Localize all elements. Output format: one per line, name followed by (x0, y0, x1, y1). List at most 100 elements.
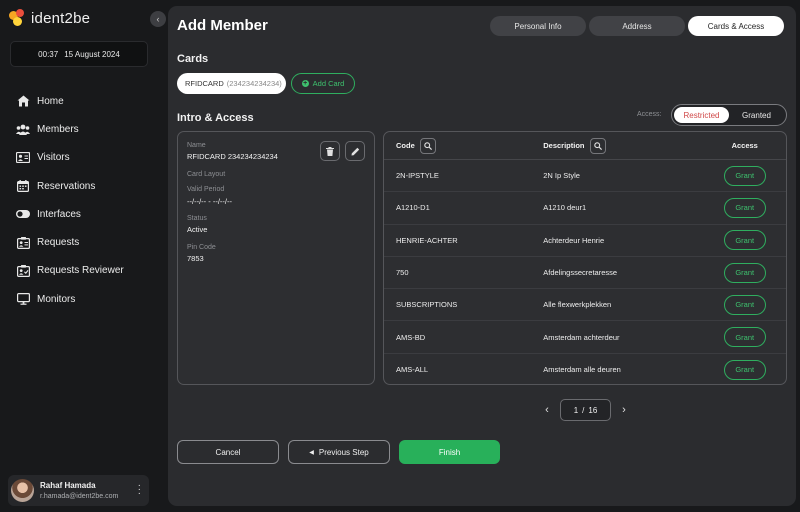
access-table: Code Description Access 2N-IPSTYLE 2N Ip… (383, 131, 787, 385)
add-card-button[interactable]: + Add Card (291, 73, 355, 94)
edit-card-button[interactable] (345, 141, 365, 161)
main-panel: Add Member Personal Info Address Cards &… (168, 6, 796, 506)
sidebar-item-label: Monitors (37, 293, 76, 305)
pagination: ‹ 1 / 16 › (542, 399, 629, 421)
row-description: Amsterdam achterdeur (543, 332, 620, 342)
sidebar: ident2be 00:37 15 August 2024 Home Membe… (0, 0, 159, 512)
members-icon (16, 122, 30, 136)
current-page: 1 (573, 405, 579, 415)
code-header: Code (396, 141, 415, 150)
tab-address[interactable]: Address (589, 16, 685, 36)
more-options-icon[interactable]: · · · (138, 481, 141, 499)
card-chip-name: RFIDCARD (185, 79, 224, 88)
valid-period-value: --/--/-- - --/--/-- (187, 197, 232, 206)
row-description: A1210 deur1 (543, 203, 587, 213)
sidebar-item-label: Reservations (37, 180, 96, 192)
row-description: Amsterdam alle deuren (543, 365, 621, 375)
previous-step-button[interactable]: ◀ Previous Step (288, 440, 390, 464)
app-logo[interactable]: ident2be (9, 9, 90, 27)
tab-cards-access[interactable]: Cards & Access (688, 16, 784, 36)
sidebar-item-reservations[interactable]: Reservations (16, 172, 124, 200)
grant-button[interactable]: Grant (723, 262, 766, 283)
page-title: Add Member (177, 17, 268, 34)
logo-text: ident2be (31, 9, 91, 27)
pin-code-label: Pin Code (187, 244, 216, 251)
avatar (11, 479, 34, 502)
pin-code-value: 7853 (187, 254, 204, 263)
current-date: 15 August 2024 (64, 49, 120, 59)
tab-personal-info[interactable]: Personal Info (490, 16, 586, 36)
user-profile-card[interactable]: Rahaf Hamada r.hamada@ident2be.com · · · (8, 475, 149, 506)
table-row: HENRIE-ACHTER Achterdeur Henrie Grant (384, 225, 786, 257)
grant-button[interactable]: Grant (723, 327, 766, 348)
table-row: A1210-D1 A1210 deur1 Grant (384, 192, 786, 225)
sidebar-nav: Home Members Visitors Reservations Inter… (16, 87, 124, 313)
search-icon (423, 141, 432, 150)
sidebar-item-label: Visitors (37, 152, 70, 164)
name-value: RFIDCARD 234234234234 (187, 152, 278, 161)
datetime-display: 00:37 15 August 2024 (10, 41, 148, 67)
row-code: A1210-D1 (396, 203, 430, 213)
previous-page-icon[interactable]: ‹ (542, 404, 552, 416)
card-layout-label: Card Layout (187, 171, 226, 178)
row-code: SUBSCRIPTIONS (396, 300, 458, 310)
access-toggle: Restricted Granted (671, 104, 787, 126)
row-code: 2N-IPSTYLE (396, 171, 439, 181)
sidebar-item-monitors[interactable]: Monitors (16, 285, 124, 313)
row-code: HENRIE-ACHTER (396, 235, 458, 245)
visitors-icon (16, 151, 30, 165)
sidebar-item-label: Requests Reviewer (37, 265, 124, 277)
collapse-sidebar-button[interactable]: ‹ (150, 11, 166, 27)
grant-button[interactable]: Grant (723, 359, 766, 380)
sidebar-item-members[interactable]: Members (16, 115, 124, 143)
row-description: 2N Ip Style (543, 171, 580, 181)
toggle-icon (16, 207, 30, 221)
logo-icon (9, 9, 27, 27)
description-search-button[interactable] (589, 137, 606, 154)
row-description: Afdelingssecretaresse (543, 268, 618, 278)
calendar-icon (16, 179, 30, 193)
delete-card-button[interactable] (320, 141, 340, 161)
sidebar-item-label: Interfaces (37, 208, 81, 220)
intro-access-title: Intro & Access (177, 112, 254, 124)
chevron-left-icon: ‹ (156, 14, 160, 24)
grant-button[interactable]: Grant (723, 165, 766, 186)
sidebar-item-visitors[interactable]: Visitors (16, 144, 124, 172)
table-row: 750 Afdelingssecretaresse Grant (384, 257, 786, 290)
cancel-button[interactable]: Cancel (177, 440, 279, 464)
sidebar-item-interfaces[interactable]: Interfaces (16, 200, 124, 228)
current-time: 00:37 (38, 49, 59, 59)
total-pages: 16 (588, 405, 598, 415)
monitor-icon (16, 292, 30, 306)
sidebar-item-requests-reviewer[interactable]: Requests Reviewer (16, 257, 124, 285)
grant-button[interactable]: Grant (723, 230, 766, 251)
sidebar-item-requests[interactable]: Requests (16, 228, 124, 256)
code-search-button[interactable] (419, 137, 436, 154)
grant-button[interactable]: Grant (723, 197, 766, 218)
step-tabs: Personal Info Address Cards & Access (490, 16, 784, 36)
access-restricted-option[interactable]: Restricted (674, 107, 729, 123)
caret-left-icon: ◀ (309, 449, 314, 456)
previous-step-label: Previous Step (318, 447, 369, 457)
valid-period-label: Valid Period (187, 186, 225, 193)
sidebar-item-label: Requests (37, 237, 80, 249)
name-label: Name (187, 142, 206, 149)
requests-icon (16, 236, 30, 250)
sidebar-item-home[interactable]: Home (16, 87, 124, 115)
user-name: Rahaf Hamada (40, 481, 96, 490)
page-separator: / (582, 405, 585, 415)
next-page-icon[interactable]: › (619, 404, 629, 416)
table-row: AMS-ALL Amsterdam alle deuren Grant (384, 354, 786, 384)
cards-section-title: Cards (177, 53, 209, 65)
grant-button[interactable]: Grant (723, 294, 766, 315)
table-row: 2N-IPSTYLE 2N Ip Style Grant (384, 160, 786, 193)
row-description: Achterdeur Henrie (543, 235, 605, 245)
card-chip[interactable]: RFIDCARD (234234234234) (177, 73, 286, 94)
table-header: Code Description Access (384, 132, 786, 160)
page-number-input[interactable]: 1 / 16 (560, 399, 611, 421)
access-granted-option[interactable]: Granted (729, 107, 784, 123)
home-icon (16, 94, 30, 108)
finish-button[interactable]: Finish (399, 440, 500, 464)
sidebar-item-label: Home (37, 95, 64, 107)
plus-icon: + (301, 80, 309, 87)
